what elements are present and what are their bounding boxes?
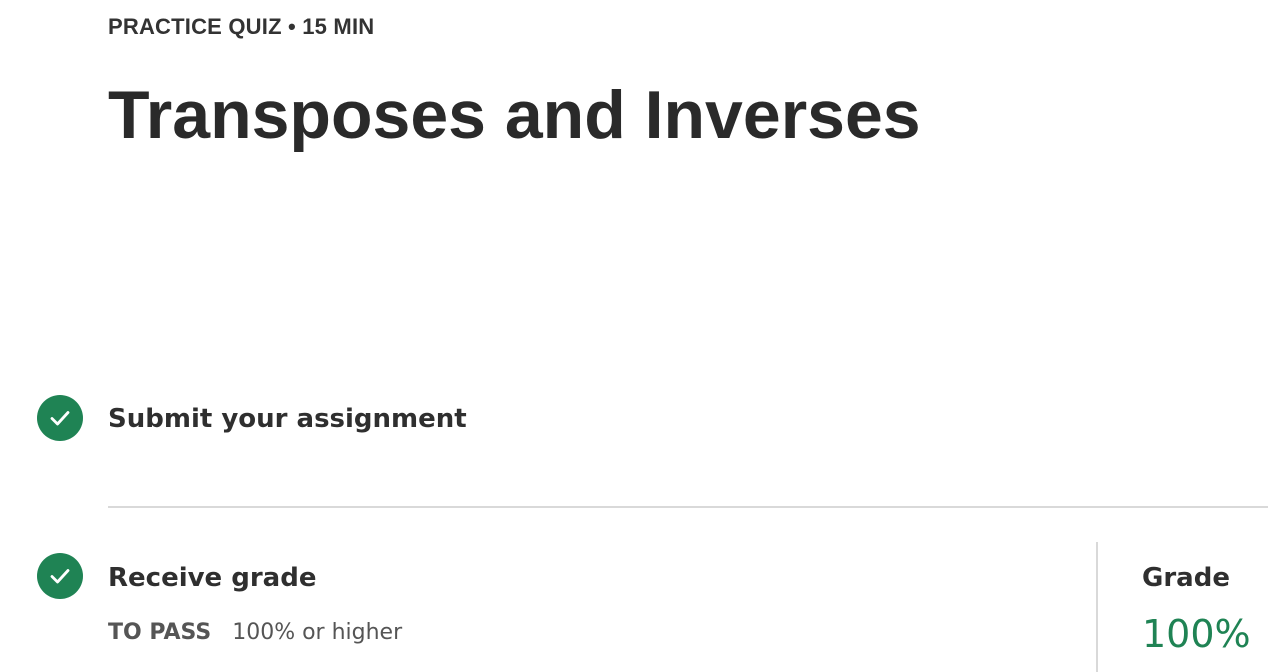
pass-requirement-value: 100% or higher xyxy=(232,620,403,645)
section-divider xyxy=(108,506,1268,508)
quiz-meta-eyebrow: PRACTICE QUIZ • 15 MIN xyxy=(108,14,375,39)
step-label-receive-grade: Receive grade xyxy=(108,563,317,593)
grade-value: 100% xyxy=(1142,612,1251,656)
pass-requirement-label: TO PASS xyxy=(108,620,212,645)
grade-divider xyxy=(1096,542,1098,672)
grade-label: Grade xyxy=(1142,563,1230,593)
pass-requirement: TO PASS 100% or higher xyxy=(108,620,402,645)
check-circle-icon xyxy=(37,395,83,441)
page-title: Transposes and Inverses xyxy=(108,77,921,153)
check-circle-icon xyxy=(37,553,83,599)
step-label-submit: Submit your assignment xyxy=(108,404,467,434)
